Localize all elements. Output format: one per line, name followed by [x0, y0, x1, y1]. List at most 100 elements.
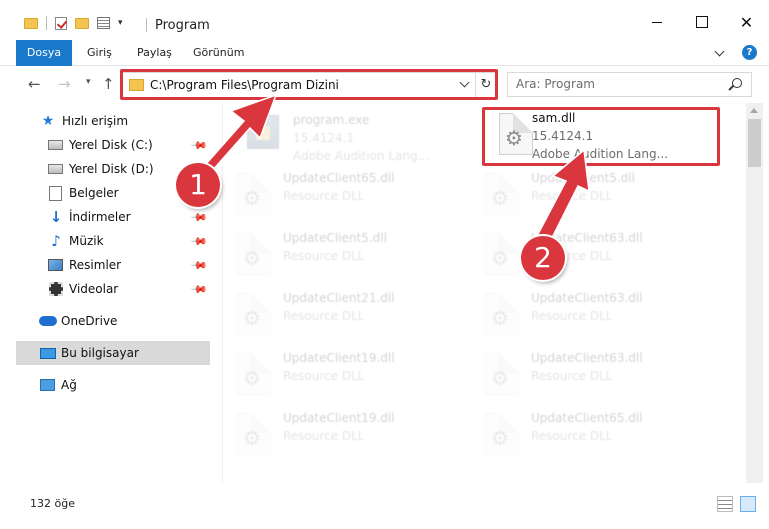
new-folder-icon[interactable] [75, 17, 89, 29]
details-view-icon[interactable] [717, 496, 733, 512]
expand-ribbon-chevron-icon[interactable] [714, 46, 725, 57]
pin-icon[interactable]: 📌 [190, 208, 209, 227]
file-tile[interactable]: UpdateClient63.dll Resource DLL [471, 345, 711, 401]
status-bar: 132 öğe [0, 487, 769, 529]
tab-view[interactable]: Görünüm [183, 40, 254, 66]
cloud-icon [39, 316, 57, 326]
file-type: Resource DLL [283, 369, 365, 383]
sidebar-item-this-pc[interactable]: Bu bilgisayar [16, 341, 210, 365]
customize-toolbar-chevron-icon[interactable]: ▾ [118, 18, 123, 28]
file-type: Resource DLL [283, 189, 365, 203]
file-name: UpdateClient5.dll [531, 171, 635, 185]
file-highlight-box [482, 107, 720, 166]
search-box[interactable] [507, 72, 752, 97]
vertical-scrollbar[interactable] [746, 103, 763, 483]
file-name: UpdateClient21.dll [283, 291, 395, 305]
file-tile[interactable]: UpdateClient65.dll Resource DLL [223, 165, 463, 221]
file-tile[interactable]: UpdateClient63.dll Resource DLL [471, 225, 711, 281]
file-type: Resource DLL [531, 189, 613, 203]
videos-icon [49, 282, 63, 296]
sidebar-item-quick-access[interactable]: ★ Hızlı erişim [16, 109, 210, 133]
callout-badge-1: 1 [176, 163, 220, 207]
downloads-icon: ↓ [49, 208, 63, 226]
sidebar-item-label: Ağ [61, 378, 77, 392]
dll-gear-icon [237, 293, 271, 335]
sidebar-item-label: Bu bilgisayar [61, 346, 139, 360]
sidebar-item-label: Yerel Disk (D:) [69, 162, 154, 176]
sidebar-item-label: İndirmeler [69, 210, 131, 224]
file-type: Resource DLL [531, 369, 613, 383]
window-controls: ✕ [634, 8, 769, 36]
scroll-up-arrow-icon[interactable] [750, 108, 758, 113]
file-tile[interactable]: UpdateClient65.dll Resource DLL [471, 405, 711, 461]
sidebar-item-onedrive[interactable]: OneDrive [16, 309, 210, 333]
dll-gear-icon [485, 353, 519, 395]
properties-icon[interactable] [97, 17, 110, 29]
folder-icon [24, 17, 38, 29]
tab-file[interactable]: Dosya [16, 40, 72, 66]
sidebar-item-label: Hızlı erişim [62, 114, 129, 128]
sidebar-item-label: Belgeler [69, 186, 119, 200]
pin-icon[interactable]: 📌 [190, 256, 209, 275]
file-name: UpdateClient5.dll [283, 231, 387, 245]
file-tile[interactable]: UpdateClient21.dll Resource DLL [223, 285, 463, 341]
sidebar-item-local-disk-c[interactable]: Yerel Disk (C:) 📌 [16, 133, 210, 157]
file-tile[interactable]: UpdateClient5.dll Resource DLL [471, 165, 711, 221]
sidebar-item-label: Müzik [69, 234, 104, 248]
sidebar-item-network[interactable]: Ağ [16, 373, 210, 397]
large-icons-view-icon[interactable] [740, 496, 756, 512]
search-icon[interactable] [732, 78, 742, 88]
close-button[interactable]: ✕ [724, 8, 769, 36]
sidebar-item-pictures[interactable]: Resimler 📌 [16, 253, 210, 277]
dll-gear-icon [237, 233, 271, 275]
dll-gear-icon [485, 233, 519, 275]
file-tile[interactable]: UpdateClient5.dll Resource DLL [223, 225, 463, 281]
sidebar-item-videos[interactable]: Videolar 📌 [16, 277, 210, 301]
file-name: UpdateClient63.dll [531, 351, 643, 365]
sidebar-item-label: Videolar [69, 282, 119, 296]
recent-locations-chevron-icon[interactable]: ▾ [86, 77, 91, 87]
ribbon: Dosya Giriş Paylaş Görünüm ? [0, 40, 769, 66]
file-name: UpdateClient65.dll [283, 171, 395, 185]
file-type: Resource DLL [283, 429, 365, 443]
maximize-button[interactable] [679, 8, 724, 36]
music-icon: ♪ [51, 232, 61, 250]
file-type: Resource DLL [283, 309, 365, 323]
sidebar-item-label: OneDrive [61, 314, 118, 328]
back-arrow-icon[interactable]: ← [28, 75, 41, 93]
pin-icon[interactable]: 📌 [190, 232, 209, 251]
scroll-thumb[interactable] [748, 119, 761, 167]
file-tile[interactable]: UpdateClient19.dll Resource DLL [223, 405, 463, 461]
file-type: Resource DLL [283, 249, 365, 263]
file-type: Resource DLL [531, 309, 613, 323]
pin-icon[interactable]: 📌 [190, 136, 209, 155]
dll-gear-icon [237, 353, 271, 395]
file-tile[interactable]: UpdateClient19.dll Resource DLL [223, 345, 463, 401]
dll-gear-icon [485, 413, 519, 455]
dll-gear-icon [237, 413, 271, 455]
computer-icon [40, 347, 56, 359]
help-icon[interactable]: ? [742, 45, 757, 60]
file-name: UpdateClient19.dll [283, 351, 395, 365]
navigation-pane: ★ Hızlı erişim Yerel Disk (C:) 📌 Yerel D… [16, 103, 210, 483]
file-version: 15.4124.1 [293, 131, 355, 145]
drive-icon [48, 140, 63, 150]
tab-home[interactable]: Giriş [77, 40, 122, 66]
properties-check-icon[interactable] [55, 16, 67, 30]
sidebar-item-music[interactable]: ♪ Müzik 📌 [16, 229, 210, 253]
pictures-icon [48, 259, 63, 271]
sidebar-item-label: Resimler [69, 258, 122, 272]
file-type: Resource DLL [531, 429, 613, 443]
tab-share[interactable]: Paylaş [127, 40, 182, 66]
quick-access-toolbar: ▾ [24, 16, 123, 30]
file-tile-program-exe[interactable]: program.exe 15.4124.1 Adobe Audition Lan… [233, 107, 473, 163]
pin-icon[interactable]: 📌 [190, 280, 209, 299]
search-input[interactable] [516, 77, 716, 91]
toolbar-separator [46, 16, 47, 30]
minimize-button[interactable] [634, 8, 679, 36]
forward-arrow-icon[interactable]: → [58, 75, 71, 93]
file-tile[interactable]: UpdateClient63.dll Resource DLL [471, 285, 711, 341]
up-arrow-icon[interactable]: ↑ [102, 75, 115, 93]
application-icon [247, 115, 279, 149]
sidebar-item-downloads[interactable]: ↓ İndirmeler 📌 [16, 205, 210, 229]
